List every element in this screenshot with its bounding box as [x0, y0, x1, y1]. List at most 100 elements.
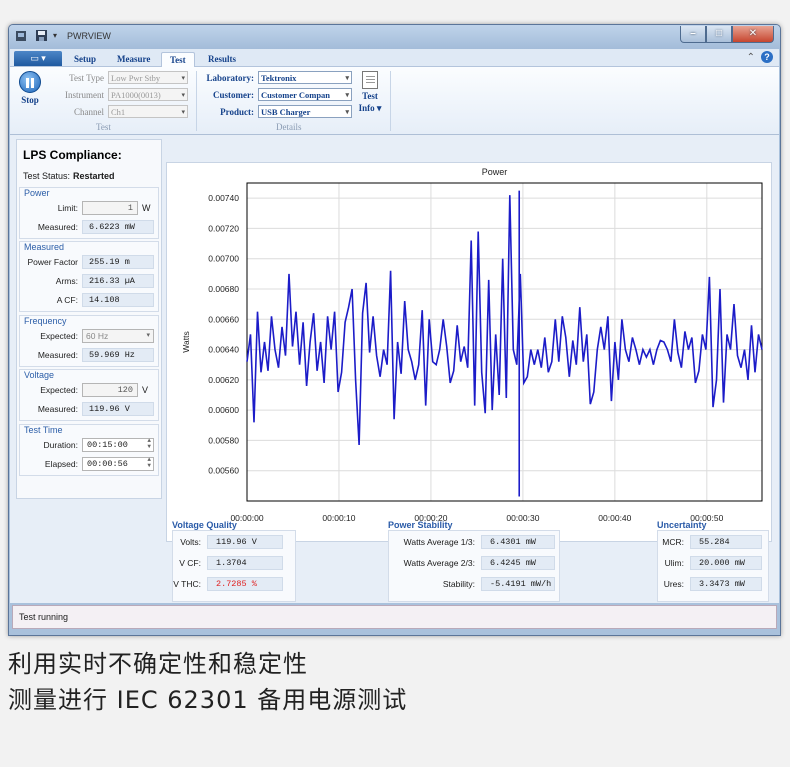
acf-value: 14.108 — [82, 293, 154, 307]
test-time-section: Test Time Duration: 00:15:00 ▲ ▼ Elapsed: … — [19, 424, 159, 476]
volts-label: Volts: — [180, 537, 201, 547]
power-factor-value: 255.19 m — [82, 255, 154, 269]
duration-value: 00:15:00 — [87, 440, 128, 450]
vthc-label: V THC: — [173, 579, 201, 589]
minimize-button[interactable]: – — [680, 26, 706, 43]
watts-avg-1-label: Watts Average 1/3: — [403, 537, 475, 547]
power-limit-row: Limit: 1 W — [20, 201, 151, 215]
title-bar: ▾ PWRVIEW – □ ✕ — [9, 25, 780, 49]
tab-setup[interactable]: Setup — [66, 52, 104, 68]
tab-measure[interactable]: Measure — [109, 52, 158, 68]
power-limit-label: Limit: — [57, 203, 78, 213]
frequency-expected-row: Expected: 60 Hz ▾ — [20, 329, 154, 343]
laboratory-row: Laboratory: Tektronix ▾ — [200, 70, 352, 85]
voltage-expected-input[interactable]: 120 — [82, 383, 138, 397]
chevron-down-icon: ▾ — [345, 108, 349, 116]
mcr-row: MCR: 55.284 — [658, 535, 762, 549]
power-chart-svg: 0.00560 0.00580 0.00600 0.00620 0.00640 0.006… — [181, 167, 763, 539]
power-limit-input[interactable]: 1 — [82, 201, 138, 215]
save-icon[interactable] — [35, 29, 49, 43]
chevron-down-icon: ▾ — [146, 332, 150, 339]
power-factor-label: Power Factor — [27, 257, 78, 267]
tab-results[interactable]: Results — [200, 52, 244, 68]
voltage-expected-row: Expected: 120 V — [20, 383, 148, 397]
test-status-value: Restarted — [73, 171, 115, 181]
chevron-down-icon: ▾ — [181, 74, 185, 82]
voltage-measured-row: Measured: 119.96 V — [20, 402, 154, 416]
watts-avg-1-row: Watts Average 1/3: 6.4301 mW — [389, 535, 555, 549]
y-tick-label: 0.00600 — [208, 405, 239, 415]
spin-arrows-icon[interactable]: ▲ ▼ — [147, 438, 151, 450]
frequency-expected-select[interactable]: 60 Hz ▾ — [82, 329, 154, 343]
voltage-expected-label: Expected: — [40, 385, 78, 395]
panel-title: LPS Compliance: — [23, 148, 122, 162]
volts-value: 119.96 V — [207, 535, 283, 549]
product-row: Product: USB Charger ▾ — [200, 104, 352, 119]
watts-avg-2-row: Watts Average 2/3: 6.4245 mW — [389, 556, 555, 570]
voltage-expected-unit: V — [142, 385, 149, 395]
frequency-measured-row: Measured: 59.969 Hz — [20, 348, 154, 362]
ures-row: Ures: 3.3473 mW — [658, 577, 762, 591]
close-button[interactable]: ✕ — [732, 26, 774, 43]
product-select[interactable]: USB Charger ▾ — [258, 105, 352, 118]
duration-spinner[interactable]: 00:15:00 ▲ ▼ — [82, 438, 154, 452]
test-info-button[interactable]: Test Info ▾ — [355, 71, 385, 113]
application-menu-button[interactable]: ▭ ▾ — [14, 51, 62, 66]
stability-row: Stability: -5.4191 mW/h — [389, 577, 555, 591]
elapsed-spinner[interactable]: 00:00:56 ▲ ▼ — [82, 457, 154, 471]
vcf-label: V CF: — [179, 558, 201, 568]
acf-row: A CF: 14.108 — [20, 293, 154, 307]
vthc-row: V THC: 2.7285 % — [173, 577, 283, 591]
test-status: Test Status: Restarted — [23, 171, 115, 181]
stability-value: -5.4191 mW/h — [481, 577, 555, 591]
vcf-value: 1.3704 — [207, 556, 283, 570]
test-info-label-2: Info ▾ — [358, 103, 382, 113]
voltage-quality-box: Volts: 119.96 V V CF: 1.3704 V THC: 2.72… — [172, 530, 296, 602]
frequency-expected-label: Expected: — [40, 331, 78, 341]
arms-value: 216.33 µA — [82, 274, 154, 288]
help-icon[interactable]: ? — [761, 51, 773, 63]
test-type-label: Test Type — [69, 72, 104, 83]
voltage-header: Voltage — [24, 370, 55, 380]
product-label: Product: — [220, 106, 254, 117]
duration-label: Duration: — [43, 440, 79, 450]
test-info-label: Test — [362, 91, 378, 101]
power-stability-header: Power Stability — [388, 520, 453, 530]
tab-test[interactable]: Test — [161, 52, 195, 68]
instrument-select: PA1000(0013) ▾ — [108, 88, 188, 101]
instrument-row: Instrument PA1000(0013) ▾ — [46, 87, 188, 102]
power-header: Power — [24, 188, 50, 198]
caption-line-1: 利用实时不确定性和稳定性 — [8, 650, 308, 678]
details-group-label: Details — [276, 122, 302, 132]
power-limit-unit: W — [142, 203, 151, 213]
quick-access-dropdown-icon[interactable]: ▾ — [53, 29, 61, 43]
y-tick-label: 0.00620 — [208, 375, 239, 385]
arms-row: Arms: 216.33 µA — [20, 274, 154, 288]
frequency-measured-value: 59.969 Hz — [82, 348, 154, 362]
laboratory-value: Tektronix — [261, 73, 297, 83]
laboratory-select[interactable]: Tektronix ▾ — [258, 71, 352, 84]
stop-button[interactable]: Stop — [16, 71, 44, 105]
vcf-row: V CF: 1.3704 — [173, 556, 283, 570]
document-icon: ▭ — [30, 53, 39, 63]
power-measured-label: Measured: — [37, 222, 78, 232]
channel-row: Channel Ch1 ▾ — [46, 104, 188, 119]
uncertainty-box: MCR: 55.284 Ulim: 20.000 mW Ures: 3.3473… — [657, 530, 769, 602]
voltage-section: Voltage Expected: 120 V Measured: 119.96… — [19, 369, 159, 421]
uncertainty-header: Uncertainty — [657, 520, 707, 530]
watts-avg-1-value: 6.4301 mW — [481, 535, 555, 549]
collapse-ribbon-icon[interactable]: ⌃ — [747, 52, 755, 63]
spin-arrows-icon[interactable]: ▲ ▼ — [147, 457, 151, 469]
frequency-measured-label: Measured: — [37, 350, 78, 360]
mcr-value: 55.284 — [690, 535, 762, 549]
elapsed-label: Elapsed: — [44, 459, 78, 469]
instrument-value: PA1000(0013) — [111, 90, 161, 100]
maximize-button[interactable]: □ — [706, 26, 732, 43]
test-type-row: Test Type Low Pwr Stby ▾ — [46, 70, 188, 85]
customer-select[interactable]: Customer Compan ▾ — [258, 88, 352, 101]
main-content: LPS Compliance: Test Status: Restarted Po… — [10, 135, 779, 603]
power-section: Power Limit: 1 W Measured: 6.6223 mW — [19, 187, 159, 239]
mcr-label: MCR: — [662, 537, 684, 547]
power-measured-value: 6.6223 mW — [82, 220, 154, 234]
ulim-label: Ulim: — [664, 558, 684, 568]
